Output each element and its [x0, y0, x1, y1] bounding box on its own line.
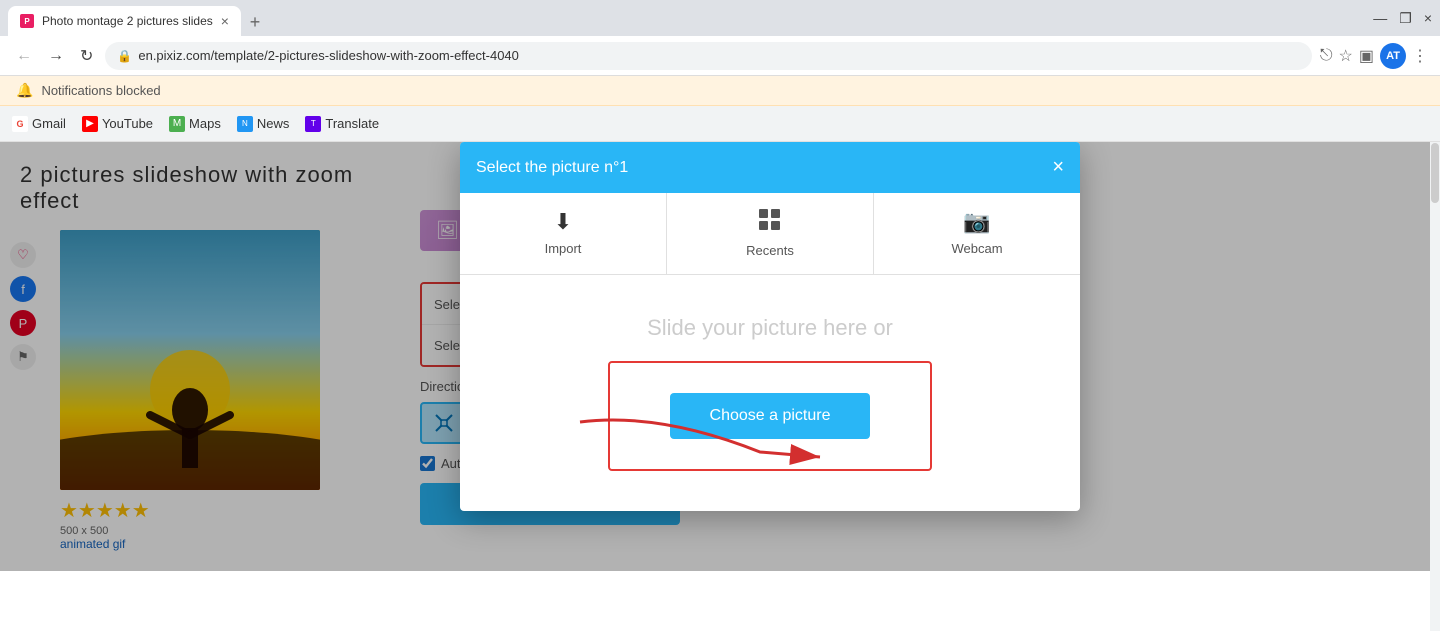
- recents-tab-label: Recents: [746, 243, 794, 258]
- minimize-button[interactable]: —: [1373, 10, 1387, 26]
- page-content: ♡ f P ⚑ 2 pictures slideshow with zoom e…: [0, 142, 1440, 631]
- select-picture-dialog: Select the picture n°1 × ⬇ Import: [460, 142, 1080, 511]
- bookmark-youtube[interactable]: ▶ YouTube: [82, 116, 153, 132]
- bookmark-translate[interactable]: T Translate: [305, 116, 379, 132]
- scrollbar-thumb[interactable]: [1431, 143, 1439, 203]
- title-bar: P Photo montage 2 pictures slides × + — …: [0, 0, 1440, 36]
- notification-text: Notifications blocked: [41, 83, 160, 98]
- close-window-button[interactable]: ×: [1424, 10, 1432, 26]
- webcam-tab-label: Webcam: [951, 241, 1002, 256]
- bookmark-star-icon[interactable]: ☆: [1339, 46, 1353, 66]
- active-tab[interactable]: P Photo montage 2 pictures slides ×: [8, 6, 241, 36]
- translate-label: Translate: [325, 116, 379, 131]
- new-tab-button[interactable]: +: [241, 8, 269, 36]
- import-icon: ⬇: [554, 209, 572, 235]
- bookmark-maps[interactable]: M Maps: [169, 116, 221, 132]
- slide-instruction: Slide your picture here or: [647, 315, 893, 341]
- address-actions: ⎋ ☆ ▣ AT ⋮: [1320, 43, 1428, 69]
- url-text: en.pixiz.com/template/2-pictures-slidesh…: [138, 48, 519, 63]
- dialog-tabs: ⬇ Import Recents 📷: [460, 193, 1080, 275]
- news-label: News: [257, 116, 290, 131]
- chrome-menu-icon[interactable]: ⋮: [1412, 46, 1428, 66]
- tab-recents[interactable]: Recents: [667, 193, 874, 274]
- bookmark-news[interactable]: N News: [237, 116, 290, 132]
- maximize-button[interactable]: ❐: [1399, 10, 1412, 27]
- notification-shield-icon: 🔔: [16, 82, 33, 99]
- recents-icon: [759, 209, 781, 237]
- main-area: ♡ f P ⚑ 2 pictures slideshow with zoom e…: [0, 142, 1440, 571]
- lock-icon: 🔒: [117, 49, 132, 63]
- gmail-label: Gmail: [32, 116, 66, 131]
- window-controls: — ❐ ×: [1373, 10, 1432, 27]
- tab-search-icon[interactable]: ▣: [1359, 46, 1374, 66]
- address-bar: ← → ↻ 🔒 en.pixiz.com/template/2-pictures…: [0, 36, 1440, 76]
- news-icon: N: [237, 116, 253, 132]
- import-tab-label: Import: [545, 241, 582, 256]
- gmail-icon: G: [12, 116, 28, 132]
- tab-title: Photo montage 2 pictures slides: [42, 14, 213, 28]
- youtube-icon: ▶: [82, 116, 98, 132]
- refresh-button[interactable]: ↻: [76, 42, 97, 70]
- tab-favicon: P: [20, 14, 34, 28]
- tab-bar: P Photo montage 2 pictures slides × +: [8, 0, 269, 36]
- drop-area[interactable]: Choose a picture: [608, 361, 933, 471]
- tab-import[interactable]: ⬇ Import: [460, 193, 667, 274]
- maps-label: Maps: [189, 116, 221, 131]
- tab-webcam[interactable]: 📷 Webcam: [874, 193, 1080, 274]
- notification-bar: 🔔 Notifications blocked: [0, 76, 1440, 106]
- translate-icon: T: [305, 116, 321, 132]
- profile-avatar[interactable]: AT: [1380, 43, 1406, 69]
- back-button[interactable]: ←: [12, 43, 36, 69]
- dialog-body: Slide your picture here or Choose a pict…: [460, 275, 1080, 511]
- bookmark-gmail[interactable]: G Gmail: [12, 116, 66, 132]
- webcam-icon: 📷: [963, 209, 990, 235]
- scrollbar[interactable]: [1430, 142, 1440, 631]
- bookmarks-bar: G Gmail ▶ YouTube M Maps N News T Transl…: [0, 106, 1440, 142]
- tab-close-button[interactable]: ×: [221, 13, 229, 29]
- address-input[interactable]: 🔒 en.pixiz.com/template/2-pictures-slide…: [105, 42, 1311, 70]
- youtube-label: YouTube: [102, 116, 153, 131]
- forward-button[interactable]: →: [44, 43, 68, 69]
- maps-icon: M: [169, 116, 185, 132]
- dialog-title: Select the picture n°1: [476, 159, 628, 177]
- dialog-close-button[interactable]: ×: [1052, 156, 1064, 179]
- share-icon[interactable]: ⎋: [1320, 47, 1333, 65]
- dialog-header: Select the picture n°1 ×: [460, 142, 1080, 193]
- choose-picture-button[interactable]: Choose a picture: [670, 393, 871, 439]
